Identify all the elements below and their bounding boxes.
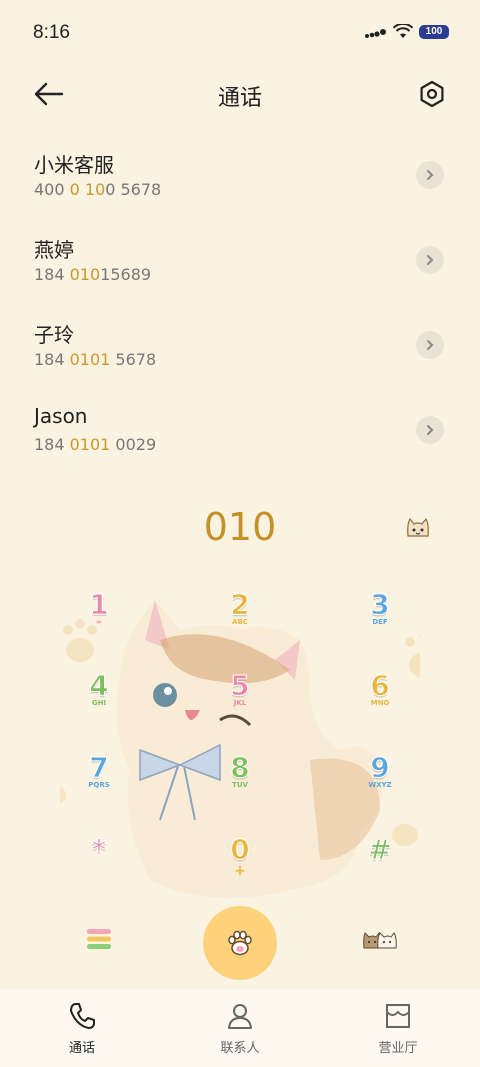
nav-calls[interactable]: 通话: [42, 1001, 122, 1056]
key-0[interactable]: 0 +: [210, 833, 270, 893]
key-7[interactable]: 7 PQRS: [69, 751, 129, 811]
status-bar: 8:16 100: [0, 0, 480, 68]
chevron-right-icon[interactable]: [416, 331, 444, 359]
contact-number: 184 0101 0029: [34, 435, 157, 454]
contact-number: 400 0 100 5678: [34, 180, 162, 199]
key-2[interactable]: 2 ABC: [210, 588, 270, 648]
key-5[interactable]: 5 JKL: [210, 669, 270, 729]
contact-suggestion-list: 小米客服 400 0 100 5678 燕婷 184 01015689 子玲 1…: [0, 135, 480, 475]
signal-icon: [365, 28, 386, 38]
status-time: 8:16: [33, 22, 70, 43]
key-1[interactable]: 1 ∞: [69, 588, 129, 648]
page-title: 通话: [217, 86, 262, 111]
contact-number: 184 0101 5678: [34, 350, 157, 369]
nav-store[interactable]: 营业厅: [358, 1001, 438, 1056]
key-hash[interactable]: #: [350, 833, 410, 893]
cats-icon[interactable]: [362, 928, 398, 950]
key-star[interactable]: *: [69, 833, 129, 893]
person-icon: [228, 1004, 252, 1029]
call-button[interactable]: [203, 906, 277, 980]
header: 通话: [0, 72, 480, 116]
phone-icon: [70, 1003, 95, 1029]
settings-icon[interactable]: [418, 80, 446, 108]
contact-name: 小米客服: [34, 153, 114, 177]
contact-name: 子玲: [34, 323, 74, 347]
chevron-right-icon[interactable]: [416, 246, 444, 274]
menu-icon[interactable]: [86, 928, 112, 950]
paw-icon: [228, 930, 252, 956]
contact-name: Jason: [34, 404, 88, 428]
key-9[interactable]: 9 WXYZ: [350, 751, 410, 811]
contact-item[interactable]: 小米客服 400 0 100 5678: [0, 135, 480, 220]
chevron-right-icon[interactable]: [416, 161, 444, 189]
nav-contacts[interactable]: 联系人: [200, 1001, 280, 1056]
contact-name: 燕婷: [34, 238, 74, 262]
cat-face-icon[interactable]: [404, 516, 432, 540]
chevron-right-icon[interactable]: [416, 416, 444, 444]
contact-item[interactable]: Jason 184 0101 0029: [0, 390, 480, 475]
key-8[interactable]: 8 TUV: [210, 751, 270, 811]
key-4[interactable]: 4 GHI: [69, 669, 129, 729]
wifi-icon: [393, 24, 413, 38]
bottom-nav: 通话 联系人 营业厅: [0, 989, 480, 1067]
battery-indicator: 100: [419, 24, 449, 39]
key-3[interactable]: 3 DEF: [350, 588, 410, 648]
store-icon: [386, 1004, 410, 1028]
contact-item[interactable]: 燕婷 184 01015689: [0, 220, 480, 305]
contact-item[interactable]: 子玲 184 0101 5678: [0, 305, 480, 390]
key-6[interactable]: 6 MNO: [350, 669, 410, 729]
contact-number: 184 01015689: [34, 265, 152, 284]
